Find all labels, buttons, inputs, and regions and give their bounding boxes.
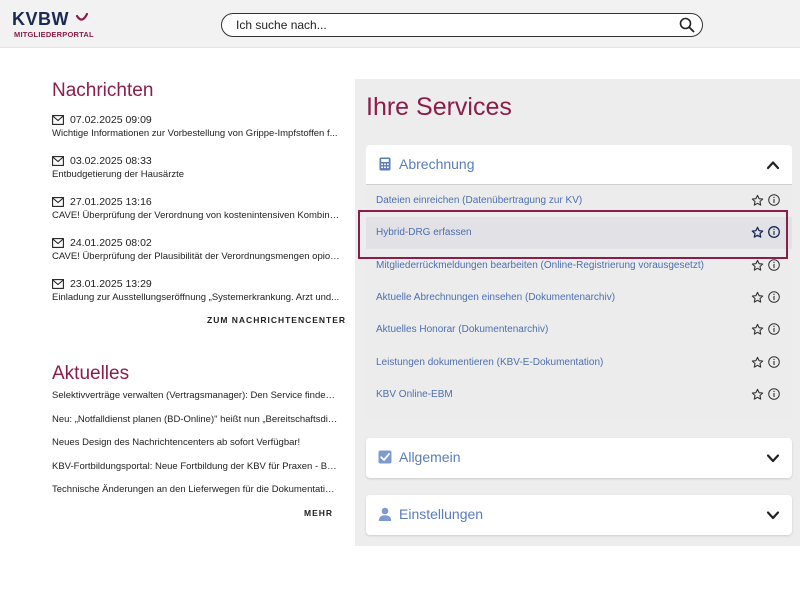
abrechnung-label: Abrechnung [399, 156, 475, 172]
abrechnung-card: Abrechnung Dateien einreichen (Datenüber… [366, 145, 792, 420]
star-icon[interactable] [751, 356, 764, 369]
calculator-icon [379, 157, 391, 171]
news-date: 07.02.2025 09:09 [70, 113, 152, 126]
einstellungen-card: Einstellungen [366, 495, 792, 535]
info-icon[interactable] [768, 259, 780, 271]
logo-wordmark: KVBW [12, 9, 69, 29]
news-date: 24.01.2025 08:02 [70, 236, 152, 249]
allgemein-card: Allgemein [366, 438, 792, 478]
checkbox-icon [378, 450, 392, 464]
aktuelles-more-link[interactable]: MEHR [304, 508, 333, 518]
star-icon[interactable] [751, 323, 764, 336]
search-icon[interactable] [679, 17, 695, 33]
einstellungen-label: Einstellungen [399, 506, 484, 522]
info-icon[interactable] [768, 356, 780, 368]
mail-icon [52, 114, 64, 125]
news-text: Entbudgetierung der Hausärzte [52, 169, 185, 180]
service-link[interactable]: Aktuelles Honorar (Dokumentenarchiv) [376, 324, 548, 335]
chevron-down-icon[interactable] [766, 508, 780, 522]
news-text: CAVE! Überprüfung der Plausibilität der … [52, 251, 340, 262]
aktuelles-item[interactable]: Neues Design des Nachrichtencenters ab s… [52, 437, 338, 461]
info-icon[interactable] [768, 194, 780, 206]
service-link[interactable]: KBV Online-EBM [376, 389, 453, 400]
news-title: Nachrichten [52, 80, 154, 101]
news-text: CAVE! Überprüfung der Verordnung von kos… [52, 210, 340, 221]
service-link[interactable]: Mitgliederrückmeldungen bearbeiten (Onli… [376, 260, 704, 271]
news-center-link[interactable]: ZUM NACHRICHTENCENTER [207, 315, 346, 325]
services-title: Ihre Services [366, 93, 512, 121]
allgemein-label: Allgemein [399, 449, 461, 465]
abrechnung-header[interactable]: Abrechnung [366, 145, 792, 185]
news-item[interactable]: 27.01.2025 13:16 CAVE! Überprüfung der V… [52, 194, 342, 235]
aktuelles-item[interactable]: Technische Änderungen an den Lieferwegen… [52, 484, 338, 508]
logo-swoosh-icon [75, 12, 89, 21]
mail-icon [52, 196, 64, 207]
news-date: 27.01.2025 13:16 [70, 195, 152, 208]
info-icon[interactable] [768, 291, 780, 303]
news-item[interactable]: 23.01.2025 13:29 Einladung zur Ausstellu… [52, 276, 342, 317]
news-date: 23.01.2025 13:29 [70, 277, 152, 290]
info-icon[interactable] [768, 388, 780, 400]
search-input[interactable] [236, 17, 656, 33]
aktuelles-item[interactable]: Selektivverträge verwalten (Vertragsmana… [52, 390, 338, 414]
mail-icon [52, 155, 64, 166]
service-link[interactable]: Leistungen dokumentieren (KBV-E-Dokument… [376, 357, 603, 368]
news-date: 03.02.2025 08:33 [70, 154, 152, 167]
news-item[interactable]: 24.01.2025 08:02 CAVE! Überprüfung der P… [52, 235, 342, 276]
selection-highlight [358, 210, 788, 259]
aktuelles-item[interactable]: KBV-Fortbildungsportal: Neue Fortbildung… [52, 461, 338, 485]
service-row[interactable]: Aktuelles Honorar (Dokumentenarchiv) [366, 314, 792, 346]
star-icon[interactable] [751, 291, 764, 304]
news-list: 07.02.2025 09:09 Wichtige Informationen … [52, 112, 342, 317]
service-link[interactable]: Dateien einreichen (Datenübertragung zur… [376, 195, 582, 206]
aktuelles-title: Aktuelles [52, 363, 130, 384]
star-icon[interactable] [751, 259, 764, 272]
service-row[interactable]: KBV Online-EBM [366, 379, 792, 411]
chevron-up-icon[interactable] [766, 158, 780, 172]
user-icon [378, 507, 392, 521]
news-item[interactable]: 07.02.2025 09:09 Wichtige Informationen … [52, 112, 342, 153]
service-row[interactable]: Leistungen dokumentieren (KBV-E-Dokument… [366, 347, 792, 379]
allgemein-header[interactable]: Allgemein [366, 438, 792, 478]
news-text: Einladung zur Ausstellungseröffnung „Sys… [52, 292, 340, 303]
info-icon[interactable] [768, 323, 780, 335]
news-text: Wichtige Informationen zur Vorbestellung… [52, 128, 338, 139]
service-link[interactable]: Aktuelle Abrechnungen einsehen (Dokument… [376, 292, 615, 303]
search-bar [221, 13, 703, 37]
mail-icon [52, 278, 64, 289]
mail-icon [52, 237, 64, 248]
logo-subtitle: MITGLIEDERPORTAL [14, 30, 94, 39]
aktuelles-item[interactable]: Neu: „Notfalldienst planen (BD-Online)" … [52, 414, 338, 438]
star-icon[interactable] [751, 194, 764, 207]
einstellungen-header[interactable]: Einstellungen [366, 495, 792, 535]
star-icon[interactable] [751, 388, 764, 401]
aktuelles-list: Selektivverträge verwalten (Vertragsmana… [52, 390, 342, 508]
service-row[interactable]: Aktuelle Abrechnungen einsehen (Dokument… [366, 282, 792, 314]
chevron-down-icon[interactable] [766, 451, 780, 465]
news-item[interactable]: 03.02.2025 08:33 Entbudgetierung der Hau… [52, 153, 342, 194]
top-bar: KVBW MITGLIEDERPORTAL [0, 0, 800, 48]
kvbw-logo[interactable]: KVBW MITGLIEDERPORTAL [12, 9, 94, 41]
